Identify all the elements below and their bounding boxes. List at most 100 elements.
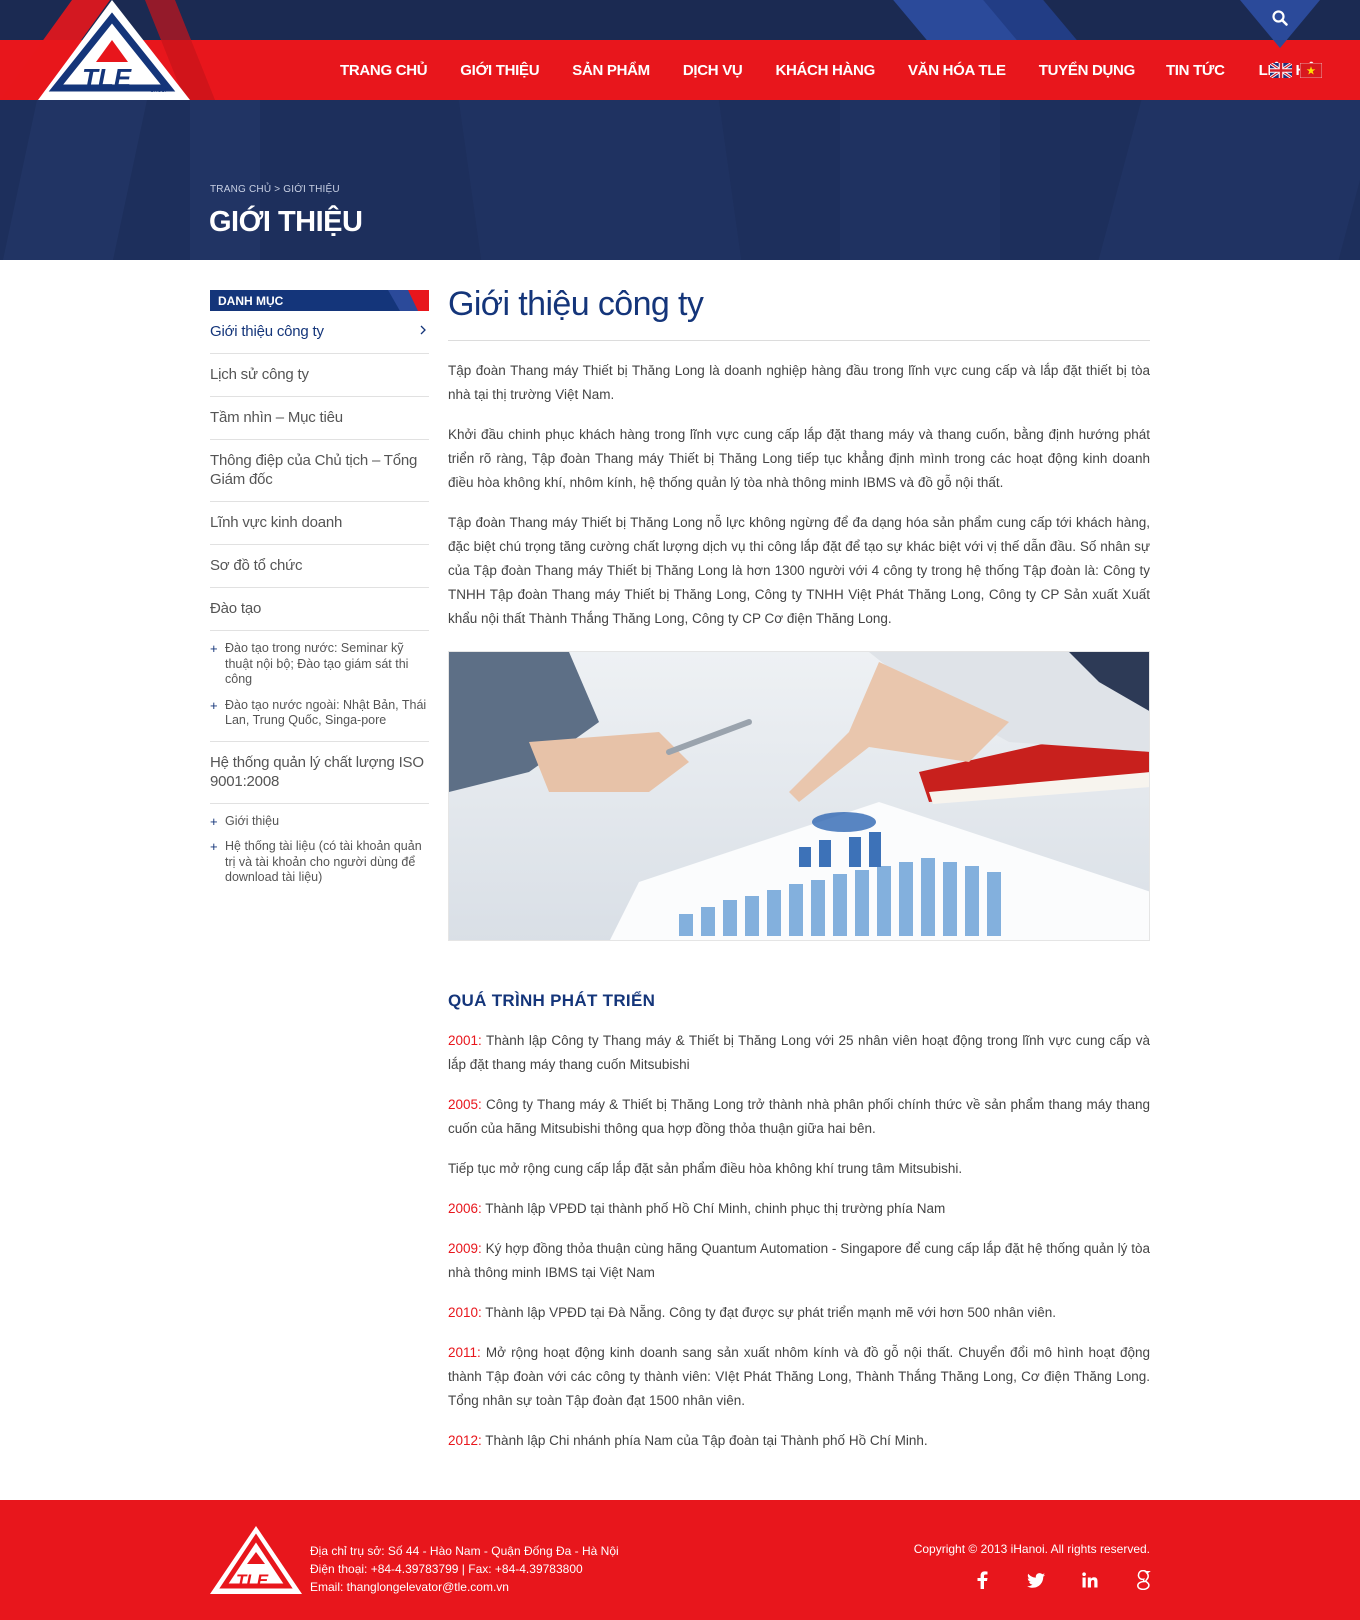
timeline-year: 2010: — [448, 1305, 482, 1320]
breadcrumb-current: GIỚI THIỆU — [283, 184, 340, 195]
svg-text:TLE: TLE — [82, 63, 132, 93]
banner-building — [458, 100, 742, 260]
breadcrumb: TRANG CHỦ > GIỚI THIỆU — [210, 184, 340, 195]
timeline-text: Thành lập VPĐD tại Đà Nẵng. Công ty đạt … — [481, 1305, 1056, 1320]
section-title: QUÁ TRÌNH PHÁT TRIỂN — [448, 991, 656, 1010]
chevron-right-icon — [420, 325, 426, 335]
timeline-year: 2001: — [448, 1033, 482, 1048]
sub-item-label: Đào tạo trong nước: Seminar kỹ thuật nội… — [225, 641, 409, 686]
sidebar-item-label: Thông điệp của Chủ tịch – Tổng Giám đốc — [210, 452, 418, 488]
timeline-entry: Tiếp tục mở rộng cung cấp lắp đặt sản ph… — [448, 1157, 1150, 1181]
nav-careers[interactable]: TUYỂN DỤNG — [1039, 62, 1135, 79]
timeline-text: Mở rộng hoạt động kinh doanh sang sản xu… — [448, 1345, 1150, 1408]
banner-building — [2, 100, 148, 260]
timeline-text: Tiếp tục mở rộng cung cấp lắp đặt sản ph… — [448, 1161, 963, 1176]
page-title: GIỚI THIỆU — [209, 206, 363, 238]
plus-icon: + — [210, 641, 218, 656]
sub-item-iso-intro[interactable]: + Giới thiệu — [210, 814, 429, 830]
nav-services[interactable]: DỊCH VỤ — [683, 62, 743, 79]
business-analysis-photo — [448, 651, 1150, 941]
nav-about[interactable]: GIỚI THIỆU — [460, 62, 539, 79]
footer-email[interactable]: Email: thanglongelevator@tle.com.vn — [310, 1578, 619, 1596]
sub-item-label: Đào tạo nước ngoài: Nhật Bản, Thái Lan, … — [225, 697, 427, 728]
breadcrumb-home[interactable]: TRANG CHỦ — [210, 184, 271, 195]
google-plus-icon[interactable] — [1134, 1570, 1154, 1590]
nav-products[interactable]: SẢN PHẨM — [572, 62, 650, 79]
footer-address: Địa chỉ trụ sở: Số 44 - Hào Nam - Quận Đ… — [310, 1544, 619, 1558]
timeline-year: 2012: — [448, 1433, 482, 1448]
timeline-year: 2006: — [448, 1201, 482, 1216]
svg-text:GROUP: GROUP — [150, 88, 169, 94]
sidebar-item-label: Đào tạo — [210, 600, 262, 617]
banner-building — [840, 100, 1000, 260]
sidebar-item-label: Lịch sử công ty — [210, 366, 309, 383]
main-nav: TRANG CHỦ GIỚI THIỆU SẢN PHẨM DỊCH VỤ KH… — [340, 40, 1316, 100]
sidebar-item-training[interactable]: Đào tạo — [210, 588, 429, 631]
timeline-entry: 2006: Thành lập VPĐD tại thành phố Hồ Ch… — [448, 1197, 1150, 1221]
breadcrumb-separator: > — [274, 184, 281, 195]
footer-logo[interactable]: TLE — [208, 1524, 304, 1596]
linkedin-icon[interactable] — [1080, 1570, 1100, 1590]
timeline-entry: 2012: Thành lập Chi nhánh phía Nam của T… — [448, 1429, 1150, 1453]
sub-item-label: Giới thiệu — [225, 813, 280, 828]
timeline-year: 2005: — [448, 1097, 482, 1112]
iso-sub-list: + Giới thiệu + Hệ thống tài liệu (có tài k… — [210, 804, 429, 898]
photo-illustration — [449, 652, 1149, 940]
sidebar-item-label: Lĩnh vực kinh doanh — [210, 514, 343, 531]
nav-customers[interactable]: KHÁCH HÀNG — [775, 62, 875, 79]
plus-icon: + — [210, 813, 218, 829]
sub-item-label: Hệ thống tài liệu (có tài khoản quản trị… — [225, 839, 422, 884]
timeline-entry: 2009: Ký hợp đồng thỏa thuận cùng hãng Q… — [448, 1237, 1150, 1285]
intro-paragraph: Tập đoàn Thang máy Thiết bị Thăng Long n… — [448, 515, 1150, 626]
sidebar-item-business[interactable]: Lĩnh vực kinh doanh — [210, 502, 429, 545]
twitter-icon[interactable] — [1026, 1570, 1046, 1590]
plus-icon: + — [210, 839, 218, 854]
timeline-text: Công ty Thang máy & Thiết bị Thăng Long … — [448, 1097, 1150, 1136]
nav-culture[interactable]: VĂN HÓA TLE — [908, 62, 1006, 79]
page-banner — [0, 100, 1360, 260]
timeline-text: Thành lập VPĐD tại thành phố Hồ Chí Minh… — [481, 1201, 946, 1216]
plus-icon: + — [210, 697, 218, 713]
sub-item-overseas-training[interactable]: + Đào tạo nước ngoài: Nhật Bản, Thái Lan,… — [210, 698, 429, 729]
sidebar-heading-label: DANH MỤC — [218, 294, 284, 308]
nav-home[interactable]: TRANG CHỦ — [340, 62, 428, 79]
sub-item-iso-documents[interactable]: + Hệ thống tài liệu (có tài khoản quản tr… — [210, 839, 429, 886]
vietnam-flag-icon[interactable] — [1300, 63, 1322, 78]
footer-copyright: Copyright © 2013 iHanoi. All rights rese… — [913, 1542, 1150, 1556]
banner-building — [1098, 100, 1360, 260]
timeline-entry: 2011: Mở rộng hoạt động kinh doanh sang … — [448, 1341, 1150, 1413]
english-flag-icon[interactable] — [1270, 63, 1292, 78]
nav-news[interactable]: TIN TỨC — [1166, 62, 1225, 79]
search-tab[interactable] — [1240, 0, 1320, 48]
sidebar-item-vision[interactable]: Tầm nhìn – Mục tiêu — [210, 397, 429, 440]
sidebar-item-label: Giới thiệu công ty — [210, 323, 324, 340]
site-logo[interactable]: TLE GROUP — [0, 0, 220, 100]
sidebar: DANH MỤC Giới thiệu công ty Lịch sử công… — [210, 290, 429, 898]
intro-paragraph: Khởi đầu chinh phục khách hàng trong lĩn… — [448, 427, 1150, 490]
timeline-year: 2009: — [448, 1241, 482, 1256]
content-title: Giới thiệu công ty — [448, 282, 1150, 341]
sidebar-item-company-intro[interactable]: Giới thiệu công ty — [210, 311, 429, 354]
sidebar-heading: DANH MỤC — [210, 290, 429, 311]
timeline-entry: 2010: Thành lập VPĐD tại Đà Nẵng. Công t… — [448, 1301, 1150, 1325]
footer-contact-info: Địa chỉ trụ sở: Số 44 - Hào Nam - Quận Đ… — [310, 1542, 619, 1596]
training-sub-list: + Đào tạo trong nước: Seminar kỹ thuật nộ… — [210, 631, 429, 742]
main-content: Giới thiệu công ty Tập đoàn Thang máy Th… — [448, 282, 1150, 1453]
timeline-entry: 2001: Thành lập Công ty Thang máy & Thiế… — [448, 1029, 1150, 1077]
facebook-icon[interactable] — [972, 1570, 992, 1590]
language-switcher — [1270, 63, 1322, 78]
sidebar-item-label: Tầm nhìn – Mục tiêu — [210, 409, 343, 426]
timeline-entry: 2005: Công ty Thang máy & Thiết bị Thăng… — [448, 1093, 1150, 1141]
sidebar-item-history[interactable]: Lịch sử công ty — [210, 354, 429, 397]
sidebar-item-iso[interactable]: Hệ thống quản lý chất lượng ISO 9001:200… — [210, 742, 429, 804]
sidebar-item-ceo-message[interactable]: Thông điệp của Chủ tịch – Tổng Giám đốc — [210, 440, 429, 502]
search-icon[interactable] — [1271, 9, 1289, 27]
intro-paragraph: Tập đoàn Thang máy Thiết bị Thăng Long l… — [448, 363, 1150, 402]
social-links — [972, 1570, 1154, 1590]
timeline-text: Thành lập Chi nhánh phía Nam của Tập đoà… — [481, 1433, 928, 1448]
site-footer: TLE Địa chỉ trụ sở: Số 44 - Hào Nam - Qu… — [0, 1500, 1360, 1620]
sub-item-domestic-training[interactable]: + Đào tạo trong nước: Seminar kỹ thuật nộ… — [210, 641, 429, 688]
timeline-text: Ký hợp đồng thỏa thuận cùng hãng Quantum… — [448, 1241, 1150, 1280]
sidebar-item-org-chart[interactable]: Sơ đồ tổ chức — [210, 545, 429, 588]
sidebar-item-label: Hệ thống quản lý chất lượng ISO 9001:200… — [210, 753, 424, 790]
